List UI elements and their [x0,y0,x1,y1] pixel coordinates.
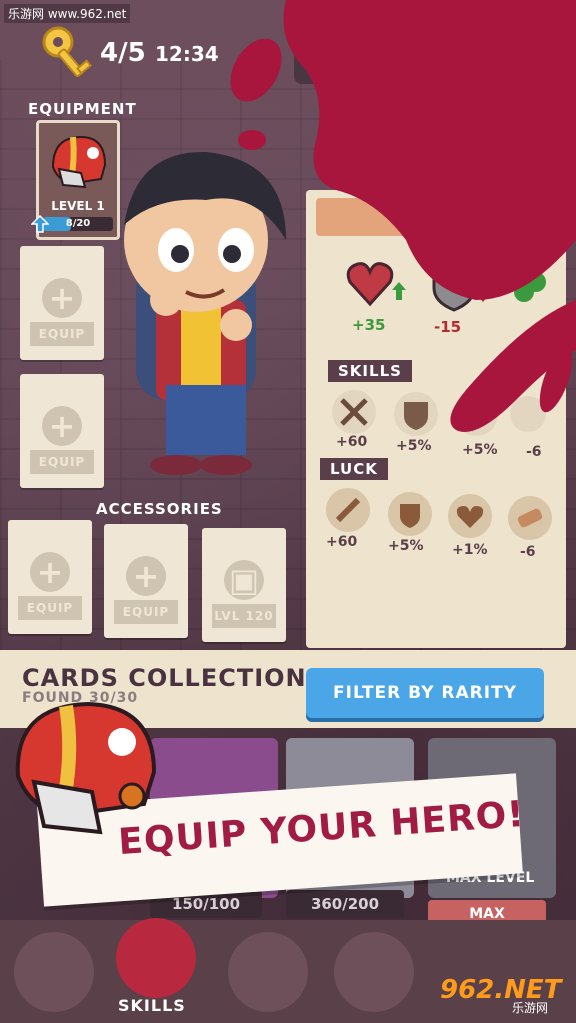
luck-value: +1% [452,542,488,558]
accessory-slot-label: EQUIP [18,596,82,620]
watermark: 乐游网 www.962.net [4,4,131,23]
filter-by-rarity-button[interactable]: FILTER BY RARITY [306,668,544,718]
gem-skill-icon [510,396,546,432]
skill-value: +60 [336,434,368,450]
stat-shield-value: -15 [434,318,462,336]
keys-counter: 4/5 [100,38,146,68]
down-arrow-icon [476,284,490,302]
helmet-icon [15,701,157,835]
plus-icon: + [42,277,82,318]
refill-timer: 12:34 [155,42,219,66]
accessory-slot-2[interactable]: + EQUIP [104,524,188,638]
equipment-label: EQUIPMENT [28,100,137,118]
upgrade-arrow-icon [31,215,49,233]
plus-icon: + [30,551,70,592]
equip-slot-2[interactable]: + EQUIP [20,374,104,488]
shield-luck-icon [388,492,432,536]
nav-leaderboard-icon[interactable] [334,932,414,1012]
nav-map-icon[interactable] [228,932,308,1012]
accessory-slot-1[interactable]: + EQUIP [8,520,92,634]
card-count: 360/200 [286,890,404,918]
luck-value: +5% [388,538,424,554]
speed-skill-icon [454,392,498,436]
clover-icon [512,266,546,302]
equip-slot-1[interactable]: + EQUIP [20,246,104,360]
nav-shop-icon[interactable] [14,932,94,1012]
plus-icon: + [42,405,82,446]
shield-icon [432,266,476,312]
stat-heart-value: +35 [352,316,386,334]
plus-icon: + [126,555,166,596]
equip-slot-label: EQUIP [30,450,94,474]
logo-sub: 乐游网 [512,1001,549,1015]
up-arrow-icon [392,282,406,300]
lock-icon: ▣ [224,559,264,600]
stats-panel-header [316,198,552,236]
luck-value: +60 [326,534,358,550]
skills-tag: SKILLS [328,360,412,382]
luck-value: -6 [520,544,536,560]
swords-luck-icon [326,488,370,532]
skill-value: +5% [462,442,498,458]
hero-character [124,151,286,475]
shield-skill-icon [394,392,438,436]
bandage-luck-icon [508,496,552,540]
luck-tag: LUCK [320,458,388,480]
equip-slot-label: EQUIP [30,322,94,346]
heart-luck-icon [448,494,492,538]
accessories-label: ACCESSORIES [96,500,223,518]
coins-value: 416 [305,48,356,76]
skill-value: -6 [526,444,542,460]
site-logo: 962.NET 乐游网 [440,975,570,1015]
accessory-slot-label: LVL 120 [212,604,276,628]
nav-skills-label: SKILLS [118,996,186,1015]
heart-icon [346,262,394,307]
skill-value: +5% [396,438,432,454]
key-icon [42,26,92,78]
nav-skills-icon[interactable] [116,918,196,998]
accessory-slot-3-locked[interactable]: ▣ LVL 120 [202,528,286,642]
swords-skill-icon [332,390,376,434]
accessory-slot-label: EQUIP [114,600,178,624]
